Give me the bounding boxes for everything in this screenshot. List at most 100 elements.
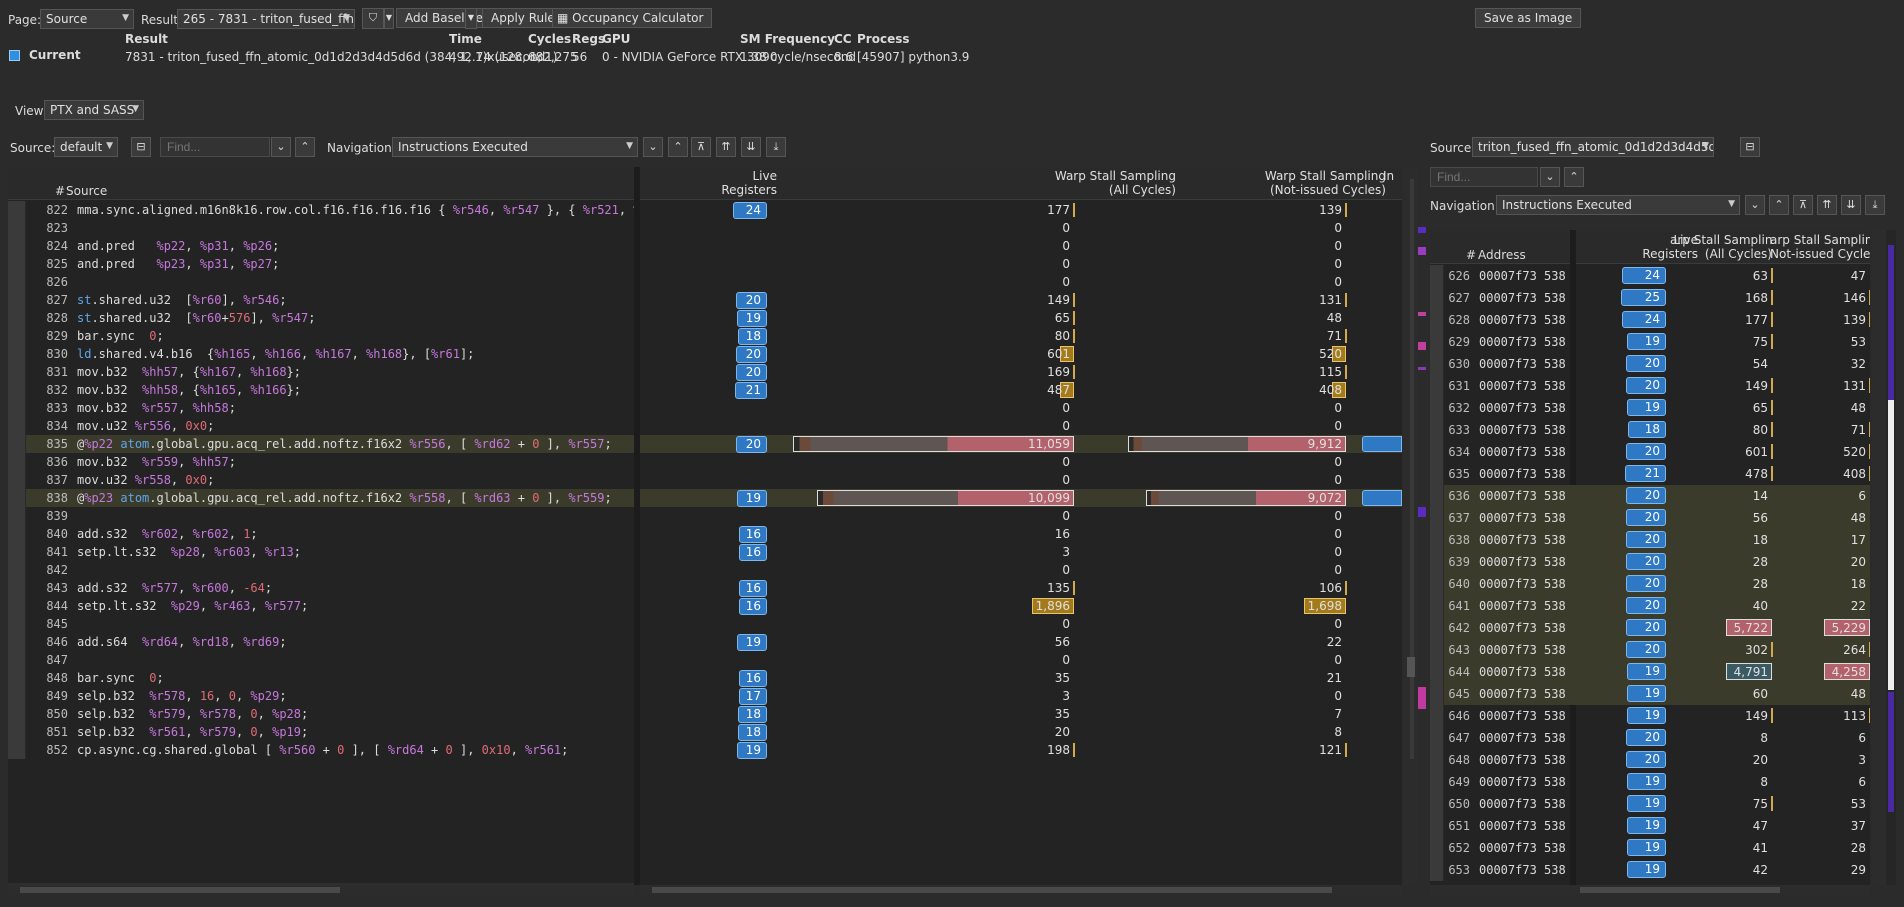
row-gutter[interactable] xyxy=(1430,287,1444,309)
baseline-dropdown[interactable]: ▼ xyxy=(465,8,477,29)
sass-row[interactable]: 640 00007f73 538 20 28 18 xyxy=(1430,573,1870,595)
ptx-metrics-panel[interactable]: Live Registers Warp Stall Sampling (All Cy… xyxy=(640,167,1402,885)
ptx-row[interactable]: 826 xyxy=(8,273,634,291)
row-gutter[interactable] xyxy=(8,417,26,435)
sass-row[interactable]: 636 00007f73 538 20 14 6 xyxy=(1430,485,1870,507)
sass-row[interactable]: 643 00007f73 538 20 302 264 xyxy=(1430,639,1870,661)
sass-row[interactable]: 635 00007f73 538 21 478 408 xyxy=(1430,463,1870,485)
ptx-metric-row[interactable]: 00 xyxy=(640,651,1402,669)
sass-row[interactable]: 633 00007f73 538 18 80 71 xyxy=(1430,419,1870,441)
ptx-metric-row[interactable]: 00 xyxy=(640,273,1402,291)
right-find-next-button[interactable]: ⌃ xyxy=(1564,167,1584,187)
ptx-row[interactable]: 850 selp.b32 %r579, %r578, 0, %p28; xyxy=(8,705,634,723)
ptx-row[interactable]: 825 and.pred %p23, %p31, %p27; xyxy=(8,255,634,273)
row-gutter[interactable] xyxy=(8,651,26,669)
row-gutter[interactable] xyxy=(8,597,26,615)
ptx-row[interactable]: 847 xyxy=(8,651,634,669)
right-nav-hot-button[interactable]: ⊼ xyxy=(1793,195,1813,215)
right-find-input[interactable] xyxy=(1430,167,1538,187)
ptx-row[interactable]: 835 @%p22 atom.global.gpu.acq_rel.add.nof… xyxy=(8,435,634,453)
row-gutter[interactable] xyxy=(1430,793,1444,815)
row-gutter[interactable] xyxy=(8,399,26,417)
sass-row[interactable]: 628 00007f73 538 24 177 139 xyxy=(1430,309,1870,331)
sass-vscroll[interactable] xyxy=(1872,230,1886,885)
row-gutter[interactable] xyxy=(1430,617,1444,639)
nav-down-button[interactable]: ⌄ xyxy=(643,137,663,157)
row-gutter[interactable] xyxy=(8,561,26,579)
ptx-metric-row[interactable]: 20 11,059 9,912 xyxy=(640,435,1402,453)
nav-up-button[interactable]: ⌃ xyxy=(668,137,688,157)
ptx-metric-row[interactable]: 16 35 21 xyxy=(640,669,1402,687)
ptx-row[interactable]: 843 add.s32 %r577, %r600, -64; xyxy=(8,579,634,597)
collapse-button[interactable]: ⊟ xyxy=(131,137,151,157)
sass-row[interactable]: 652 00007f73 538 19 41 28 xyxy=(1430,837,1870,859)
sass-row[interactable]: 642 00007f73 538 20 5,722 5,229 xyxy=(1430,617,1870,639)
row-gutter[interactable] xyxy=(8,525,26,543)
sass-row[interactable]: 644 00007f73 538 19 4,791 4,258 xyxy=(1430,661,1870,683)
right-nav-last-button[interactable]: ⇊ xyxy=(1841,195,1861,215)
row-gutter[interactable] xyxy=(8,453,26,471)
row-gutter[interactable] xyxy=(1430,727,1444,749)
row-gutter[interactable] xyxy=(1430,771,1444,793)
ptx-row[interactable]: 844 setp.lt.s32 %p29, %r463, %r577; xyxy=(8,597,634,615)
sass-bottom-scroll[interactable] xyxy=(1430,885,1870,895)
sass-row[interactable]: 653 00007f73 538 19 42 29 xyxy=(1430,859,1870,881)
row-gutter[interactable] xyxy=(1430,463,1444,485)
nav-first-button[interactable]: ⇈ xyxy=(716,137,736,157)
row-gutter[interactable] xyxy=(1430,595,1444,617)
row-gutter[interactable] xyxy=(8,381,26,399)
sass-row[interactable]: 649 00007f73 538 19 8 6 xyxy=(1430,771,1870,793)
row-gutter[interactable] xyxy=(1430,375,1444,397)
ptx-row[interactable]: 823 xyxy=(8,219,634,237)
row-gutter[interactable] xyxy=(8,309,26,327)
row-gutter[interactable] xyxy=(1430,705,1444,727)
ptx-metric-row[interactable]: 18 20 8 xyxy=(640,723,1402,741)
ptx-row[interactable]: 848 bar.sync 0; xyxy=(8,669,634,687)
row-gutter[interactable] xyxy=(8,723,26,741)
ptx-metric-row[interactable]: 20 149 131 xyxy=(640,291,1402,309)
page-select[interactable]: Source ▼ xyxy=(40,9,134,29)
ptx-metric-row[interactable]: 16 3 0 xyxy=(640,543,1402,561)
sass-row[interactable]: 632 00007f73 538 19 65 48 xyxy=(1430,397,1870,419)
row-gutter[interactable] xyxy=(1430,265,1444,287)
sass-row[interactable]: 646 00007f73 538 19 149 113 xyxy=(1430,705,1870,727)
row-gutter[interactable] xyxy=(8,201,26,219)
row-gutter[interactable] xyxy=(1430,419,1444,441)
ptx-row[interactable]: 839 xyxy=(8,507,634,525)
right-nav-bottom-button[interactable]: ⤓ xyxy=(1865,195,1885,215)
sass-row[interactable]: 651 00007f73 538 19 47 37 xyxy=(1430,815,1870,837)
sass-row[interactable]: 641 00007f73 538 20 40 22 xyxy=(1430,595,1870,617)
ptx-scroll-thumb[interactable] xyxy=(1407,657,1415,677)
ptx-metric-row[interactable]: 18 35 7 xyxy=(640,705,1402,723)
sass-row[interactable]: 647 00007f73 538 20 8 6 xyxy=(1430,727,1870,749)
row-gutter[interactable] xyxy=(8,345,26,363)
row-gutter[interactable] xyxy=(8,237,26,255)
save-as-image-button[interactable]: Save as Image xyxy=(1475,8,1582,28)
ptx-row[interactable]: 829 bar.sync 0; xyxy=(8,327,634,345)
ptx-metric-row[interactable]: 16 135 106 xyxy=(640,579,1402,597)
ptx-row[interactable]: 832 mov.b32 %hh58, {%h165, %h166}; xyxy=(8,381,634,399)
nav-hot-button[interactable]: ⊼ xyxy=(691,137,711,157)
ptx-metric-row[interactable]: 00 xyxy=(640,417,1402,435)
ptx-row[interactable]: 837 mov.u32 %r558, 0x0; xyxy=(8,471,634,489)
ptx-row[interactable]: 845 xyxy=(8,615,634,633)
row-gutter[interactable] xyxy=(8,633,26,651)
nav-bottom-button[interactable]: ⤓ xyxy=(766,137,786,157)
ptx-row[interactable]: 840 add.s32 %r602, %r602, 1; xyxy=(8,525,634,543)
sass-row[interactable]: 627 00007f73 538 25 168 146 xyxy=(1430,287,1870,309)
left-find-input[interactable] xyxy=(160,137,270,157)
sass-row[interactable]: 631 00007f73 538 20 149 131 xyxy=(1430,375,1870,397)
ptx-row[interactable]: 836 mov.b32 %r559, %hh57; xyxy=(8,453,634,471)
ptx-metric-row[interactable]: 24 177 139 xyxy=(640,201,1402,219)
sass-row[interactable]: 650 00007f73 538 19 75 53 xyxy=(1430,793,1870,815)
row-gutter[interactable] xyxy=(1430,837,1444,859)
ptx-metric-row[interactable]: 00 xyxy=(640,561,1402,579)
row-gutter[interactable] xyxy=(8,273,26,291)
ptx-metric-row[interactable]: 00 xyxy=(640,255,1402,273)
ptx-metric-row[interactable]: 16 1,896 1,698 xyxy=(640,597,1402,615)
row-gutter[interactable] xyxy=(1430,815,1444,837)
sass-row[interactable]: 639 00007f73 538 20 28 20 xyxy=(1430,551,1870,573)
row-gutter[interactable] xyxy=(8,327,26,345)
ptx-metric-row[interactable]: 20 601 520 xyxy=(640,345,1402,363)
row-gutter[interactable] xyxy=(1430,859,1444,881)
